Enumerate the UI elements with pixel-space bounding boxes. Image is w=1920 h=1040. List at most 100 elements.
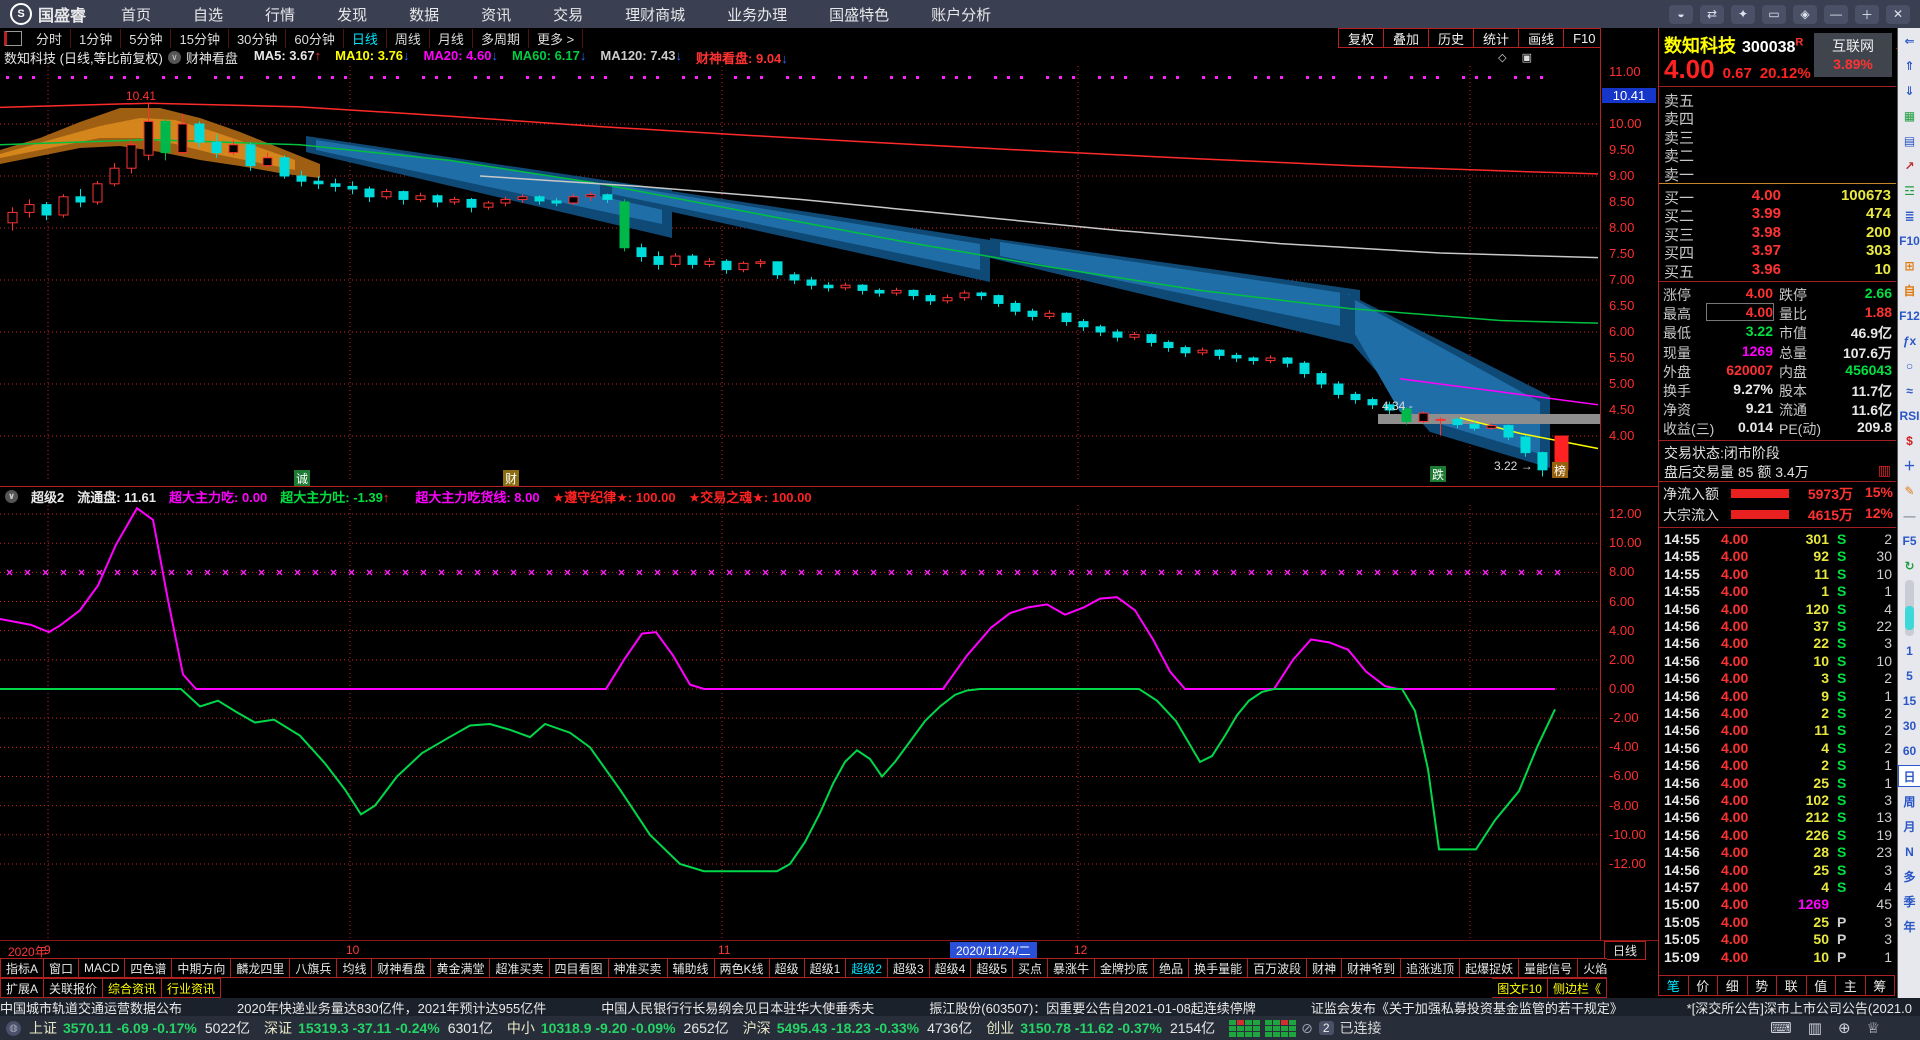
scrollbar[interactable] [1905,580,1914,636]
menu-item-发现[interactable]: 发现 [316,4,388,25]
tab-财神[interactable]: 财神 [1307,958,1343,978]
tab-财神看盘[interactable]: 财神看盘 [372,958,432,978]
timeframe-分时[interactable]: 分时 [28,28,72,48]
quote-tab-笔[interactable]: 笔 [1658,975,1689,996]
quote-tab-价[interactable]: 价 [1688,975,1718,996]
sidebar-item-○[interactable]: ○ [1899,353,1920,378]
sidebar-item-＋[interactable]: ＋ [1899,453,1920,478]
tab-超级3[interactable]: 超级3 [887,958,930,978]
tab-均线[interactable]: 均线 [337,958,373,978]
index-quote-沪深[interactable]: 沪深 5495.43 -18.23 -0.33% 4736亿 [743,1018,987,1038]
tab-行业资讯[interactable]: 行业资讯 [162,978,222,998]
keyboard-icon[interactable]: ⌨ [1770,1019,1792,1037]
sidebar-item-⇐[interactable]: ⇐ [1899,28,1920,53]
timeframe-60分钟[interactable]: 60分钟 [286,28,344,48]
tab-起爆捉妖[interactable]: 起爆捉妖 [1460,958,1520,978]
tab-财神爷到[interactable]: 财神爷到 [1342,958,1402,978]
tab-扩展A[interactable]: 扩展A [0,978,45,998]
settings-icon[interactable]: ⇄ [1700,4,1724,24]
sidebar-item-1[interactable]: 1 [1899,638,1920,663]
menu-item-首页[interactable]: 首页 [100,4,172,25]
quote-tab-值[interactable]: 值 [1806,975,1836,996]
sidebar-item-5[interactable]: 5 [1899,663,1920,688]
sidebar-item-≣[interactable]: ≣ [1899,203,1920,228]
tab-侧边栏《[interactable]: 侧边栏《 [1547,978,1607,998]
quote-tab-主[interactable]: 主 [1836,975,1866,996]
sidebar-item-▤[interactable]: ▤ [1899,128,1920,153]
index-quote-中小[interactable]: 中小 10318.9 -9.20 -0.09% 2652亿 [507,1018,743,1038]
tab-四色谱[interactable]: 四色谱 [125,958,173,978]
monitor-icon[interactable]: ▭ [1762,4,1786,24]
timeframe-更多 >[interactable]: 更多 > [529,28,584,48]
candlestick-chart[interactable]: 10.41 4.34 - 3.22 → [0,66,1600,482]
tab-辅助线[interactable]: 辅助线 [667,958,715,978]
trophy-icon[interactable]: ♕ [1867,1019,1880,1037]
timeframe-30分钟[interactable]: 30分钟 [229,28,287,48]
tab-绝品[interactable]: 绝品 [1154,958,1190,978]
tab-超级4[interactable]: 超级4 [929,958,972,978]
tab-麟龙四里[interactable]: 麟龙四里 [231,958,291,978]
sidebar-item-自[interactable]: 自 [1899,278,1920,303]
menu-item-行情[interactable]: 行情 [244,4,316,25]
sidebar-item-季[interactable]: 季 [1899,889,1920,914]
tab-追涨逃顶[interactable]: 追涨逃顶 [1401,958,1461,978]
tab-图文F10[interactable]: 图文F10 [1492,978,1548,998]
index-quote-上证[interactable]: 上证 3570.11 -6.09 -0.17% 5022亿 [29,1018,264,1038]
sidebar-item-月[interactable]: 月 [1899,814,1920,839]
chat-icon[interactable]: ◒ [1669,4,1693,24]
sidebar-item-⇑[interactable]: ⇑ [1899,53,1920,78]
toolbar-button-统计[interactable]: 统计 [1474,28,1520,48]
sidebar-item-F5[interactable]: F5 [1899,528,1920,553]
sidebar-item-⊞[interactable]: ⊞ [1899,253,1920,278]
sidebar-item-⇓[interactable]: ⇓ [1899,78,1920,103]
tab-关联报价[interactable]: 关联报价 [44,978,104,998]
favorite-icon[interactable]: ✦ [1731,4,1755,24]
tab-超级[interactable]: 超级 [769,958,805,978]
sidebar-item-✎[interactable]: ✎ [1899,478,1920,503]
toolbar-button-画线[interactable]: 画线 [1519,28,1565,48]
sidebar-item-F10[interactable]: F10 [1899,228,1920,253]
minimize-icon[interactable]: — [1824,4,1848,24]
tab-换手量能[interactable]: 换手量能 [1189,958,1249,978]
sidebar-item-RSI[interactable]: RSI [1899,403,1920,428]
skin-icon[interactable]: ◈ [1793,4,1817,24]
index-quote-深证[interactable]: 深证 15319.3 -37.11 -0.24% 6301亿 [264,1018,507,1038]
tab-买点[interactable]: 买点 [1013,958,1049,978]
timeframe-月线[interactable]: 月线 [430,28,473,48]
sidebar-item-30[interactable]: 30 [1899,713,1920,738]
tab-暴涨牛[interactable]: 暴涨牛 [1048,958,1096,978]
quote-tab-联[interactable]: 联 [1777,975,1807,996]
timeframe-多周期[interactable]: 多周期 [473,28,529,48]
menu-item-交易[interactable]: 交易 [532,4,604,25]
sidebar-item-年[interactable]: 年 [1899,914,1920,939]
toolbar-button-叠加[interactable]: 叠加 [1384,28,1430,48]
chart-corner-icons[interactable]: ◇ ▣ [1498,51,1538,64]
tab-窗口[interactable]: 窗口 [44,958,80,978]
sidebar-item-—[interactable]: — [1899,503,1920,528]
sidebar-item-↻[interactable]: ↻ [1899,553,1920,578]
tab-火焰山[interactable]: 火焰山 [1578,958,1607,978]
maximize-icon[interactable]: ＋ [1855,4,1879,24]
tab-中期方向[interactable]: 中期方向 [172,958,232,978]
sidebar-item-F12[interactable]: F12 [1899,303,1920,328]
tab-神准买卖[interactable]: 神准买卖 [608,958,668,978]
quote-tab-细[interactable]: 细 [1718,975,1748,996]
sidebar-item-▦[interactable]: ▦ [1899,103,1920,128]
quote-tab-筹[interactable]: 筹 [1865,975,1895,996]
menu-item-业务办理[interactable]: 业务办理 [706,4,808,25]
sidebar-item-ƒx[interactable]: ƒx [1899,328,1920,353]
tab-指标A[interactable]: 指标A [0,958,45,978]
layout-icon[interactable] [4,30,22,46]
timeframe-日线[interactable]: 日线 [344,28,387,48]
chevron-down-icon[interactable]: ∨ [5,489,18,503]
close-icon[interactable]: ✕ [1886,4,1910,24]
sidebar-item-$[interactable]: $ [1899,428,1920,453]
scrollbar-thumb[interactable] [1905,606,1914,630]
tab-超级5[interactable]: 超级5 [971,958,1014,978]
menu-item-账户分析[interactable]: 账户分析 [910,4,1012,25]
tab-MACD[interactable]: MACD [79,958,126,978]
sidebar-item-60[interactable]: 60 [1899,738,1920,763]
timeframe-15分钟[interactable]: 15分钟 [171,28,229,48]
sidebar-item-多[interactable]: 多 [1899,864,1920,889]
index-quote-创业[interactable]: 创业 3150.78 -11.62 -0.37% 2154亿 [986,1018,1229,1038]
